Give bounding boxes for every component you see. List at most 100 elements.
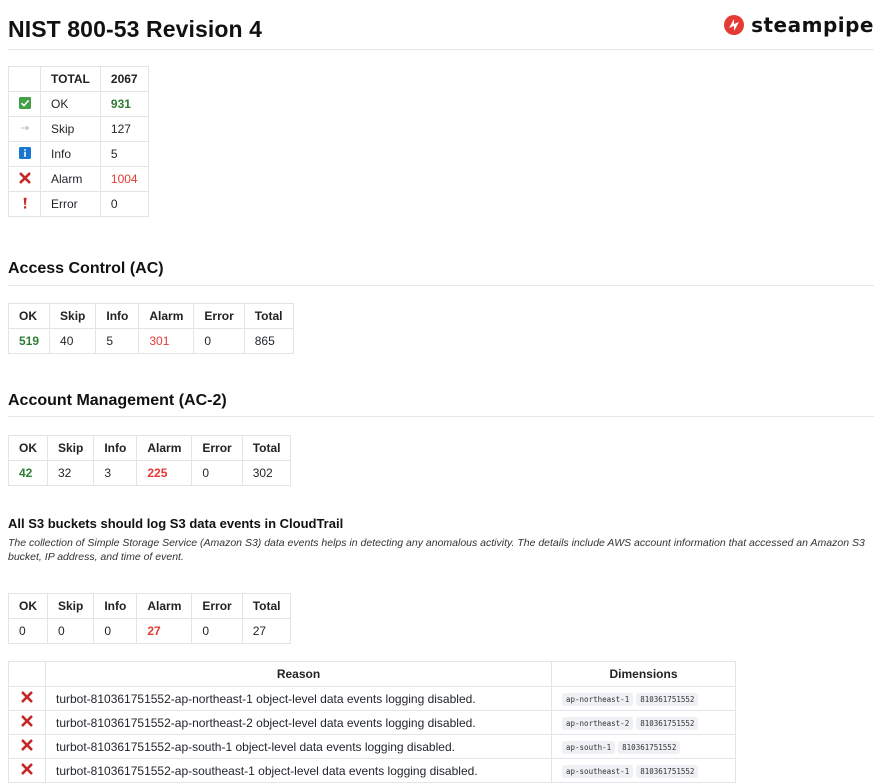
- table-row: turbot-810361751552-ap-southeast-1 objec…: [8, 758, 736, 783]
- col-error: Error: [193, 303, 245, 329]
- section-divider: [8, 285, 874, 286]
- alarm-x-icon: [21, 739, 33, 751]
- stat-info: 5: [95, 328, 140, 354]
- summary-row-error: Error 0: [8, 191, 149, 217]
- info-icon: [18, 146, 31, 159]
- summary-total-row: TOTAL 2067: [8, 66, 149, 92]
- control-description: The collection of Simple Storage Service…: [8, 537, 865, 563]
- results-dimensions-header: Dimensions: [551, 661, 736, 687]
- steampipe-logo[interactable]: steampipe: [723, 13, 874, 37]
- alarm-x-icon: [21, 715, 33, 727]
- col-skip: Skip: [46, 435, 95, 461]
- table-row: turbot-810361751552-ap-northeast-2 objec…: [8, 710, 736, 735]
- summary-row-ok: OK 931: [8, 91, 149, 117]
- summary-total-value: 2067: [99, 66, 149, 92]
- summary-label-info: Info: [40, 141, 101, 167]
- results-header-row: Reason Dimensions: [8, 661, 736, 687]
- col-skip: Skip: [46, 593, 95, 619]
- result-reason: turbot-810361751552-ap-south-1 object-le…: [45, 734, 552, 759]
- col-error: Error: [191, 435, 243, 461]
- logo-text: steampipe: [751, 13, 874, 37]
- stat-ok: 0: [8, 618, 48, 644]
- access-control-stats-table: OK Skip Info Alarm Error Total 519 40 5 …: [8, 303, 294, 354]
- summary-label-error: Error: [40, 191, 101, 217]
- stat-ok: 42: [8, 460, 48, 486]
- dimension-account: 810361751552: [618, 740, 681, 754]
- control-stats-table: OK Skip Info Alarm Error Total 0 0 0 27 …: [8, 593, 292, 644]
- summary-row-alarm: Alarm 1004: [8, 166, 149, 192]
- table-row: turbot-810361751552-ap-south-1 object-le…: [8, 734, 736, 759]
- stat-total: 865: [243, 328, 294, 354]
- summary-total-label: TOTAL: [40, 66, 101, 92]
- stat-error: 0: [191, 460, 243, 486]
- stat-skip: 32: [46, 460, 95, 486]
- result-reason: turbot-810361751552-ap-northeast-1 objec…: [45, 686, 552, 711]
- results-status-header: [8, 661, 46, 687]
- stat-error: 0: [193, 328, 245, 354]
- stats-header-row: OK Skip Info Alarm Error Total: [8, 435, 292, 461]
- dimension-account: 810361751552: [636, 716, 699, 730]
- stat-error: 0: [191, 618, 243, 644]
- dimension-account: 810361751552: [636, 692, 699, 706]
- page-title: NIST 800-53 Revision 4: [8, 16, 263, 42]
- col-info: Info: [93, 435, 138, 461]
- dimension-account: 810361751552: [636, 764, 699, 778]
- result-dimensions: ap-south-1 810361751552: [551, 734, 736, 759]
- dimension-region: ap-northeast-1: [562, 692, 634, 706]
- result-dimensions: ap-southeast-1 810361751552: [551, 758, 736, 783]
- summary-value-skip: 127: [99, 116, 149, 142]
- section-divider: [8, 416, 874, 417]
- summary-icon-cell: [8, 66, 41, 92]
- stats-header-row: OK Skip Info Alarm Error Total: [8, 303, 294, 329]
- stat-skip: 40: [49, 328, 97, 354]
- skip-arrow-icon: [20, 125, 29, 130]
- result-dimensions: ap-northeast-2 810361751552: [551, 710, 736, 735]
- alarm-x-icon: [19, 172, 30, 183]
- col-total: Total: [243, 303, 294, 329]
- section-heading-account-management: Account Management (AC-2): [8, 392, 227, 409]
- summary-label-ok: OK: [40, 91, 101, 117]
- summary-row-skip: Skip 127: [8, 116, 149, 142]
- col-error: Error: [191, 593, 243, 619]
- col-alarm: Alarm: [136, 435, 193, 461]
- col-info: Info: [95, 303, 140, 329]
- account-management-stats-table: OK Skip Info Alarm Error Total 42 32 3 2…: [8, 435, 292, 486]
- check-icon: [18, 96, 31, 109]
- steampipe-logo-icon: [724, 15, 745, 35]
- summary-label-alarm: Alarm: [40, 166, 101, 192]
- col-alarm: Alarm: [138, 303, 195, 329]
- result-reason: turbot-810361751552-ap-northeast-2 objec…: [45, 710, 552, 735]
- stats-header-row: OK Skip Info Alarm Error Total: [8, 593, 292, 619]
- alarm-x-icon: [21, 763, 33, 775]
- stat-ok: 519: [8, 328, 51, 354]
- table-row: turbot-810361751552-ap-northeast-1 objec…: [8, 686, 736, 711]
- col-total: Total: [241, 593, 292, 619]
- results-reason-header: Reason: [45, 661, 552, 687]
- stat-total: 302: [241, 460, 292, 486]
- dimension-region: ap-southeast-1: [562, 764, 634, 778]
- dimension-region: ap-south-1: [562, 740, 616, 754]
- result-reason: turbot-810361751552-ap-southeast-1 objec…: [45, 758, 552, 783]
- stat-info: 3: [93, 460, 138, 486]
- summary-row-info: Info 5: [8, 141, 149, 167]
- stat-alarm: 27: [136, 618, 193, 644]
- stat-total: 27: [241, 618, 292, 644]
- col-alarm: Alarm: [136, 593, 193, 619]
- section-heading-access-control: Access Control (AC): [8, 260, 164, 277]
- summary-value-alarm: 1004: [99, 166, 149, 192]
- summary-value-ok: 931: [99, 91, 149, 117]
- report-page: NIST 800-53 Revision 4 steampipe TOTAL 2…: [8, 0, 874, 784]
- summary-table: TOTAL 2067 OK 931 Skip 127 Info 5 Alarm …: [8, 66, 149, 217]
- control-heading: All S3 buckets should log S3 data events…: [8, 516, 344, 531]
- stat-info: 0: [93, 618, 138, 644]
- summary-value-info: 5: [99, 141, 149, 167]
- results-table: Reason Dimensions turbot-810361751552-ap…: [8, 661, 736, 783]
- col-ok: OK: [8, 435, 48, 461]
- col-info: Info: [93, 593, 138, 619]
- col-skip: Skip: [49, 303, 97, 329]
- report-header: NIST 800-53 Revision 4 steampipe: [8, 0, 874, 50]
- error-exclamation-icon: [23, 197, 27, 208]
- stats-value-row: 519 40 5 301 0 865: [8, 328, 294, 354]
- result-dimensions: ap-northeast-1 810361751552: [551, 686, 736, 711]
- summary-value-error: 0: [99, 191, 149, 217]
